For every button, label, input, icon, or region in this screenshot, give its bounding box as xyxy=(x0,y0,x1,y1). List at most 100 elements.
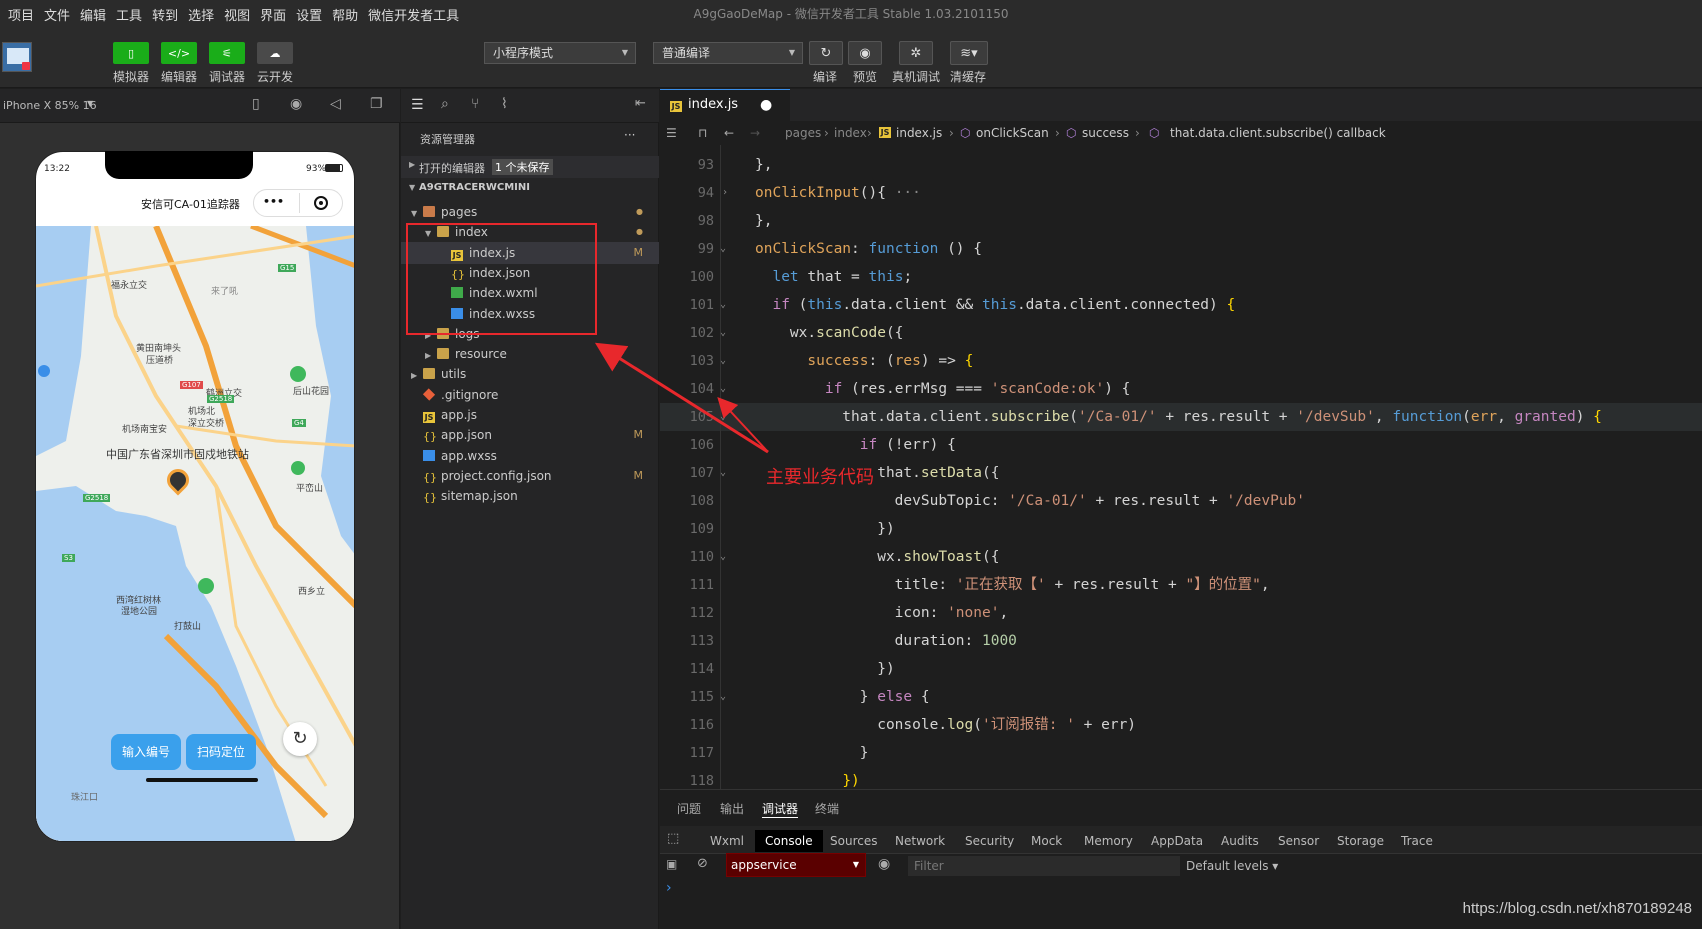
preview-button[interactable]: ◉ xyxy=(848,41,882,65)
mode-select[interactable]: 小程序模式 ▼ xyxy=(484,42,636,64)
menu-item[interactable]: 选择 xyxy=(188,5,214,24)
code-line[interactable]: 102 ⌄ wx.scanCode({ xyxy=(660,319,1702,347)
devtab-appdata[interactable]: AppData xyxy=(1151,830,1203,852)
breadcrumb-item[interactable]: that.data.client.subscribe() callback xyxy=(1170,121,1386,145)
open-editors-section[interactable]: ▶ 打开的编辑器 1 个未保存 xyxy=(401,156,659,178)
cloud-button[interactable]: ☁ xyxy=(257,42,293,64)
simulator-toggle-button[interactable]: ▯ xyxy=(113,42,149,64)
compile-button[interactable]: ↻ xyxy=(809,41,843,65)
project-section[interactable]: ▼ A9GTRACERWCMINI xyxy=(401,178,659,200)
phone-rotate-icon[interactable]: ▯ xyxy=(252,96,260,112)
devtab-network[interactable]: Network xyxy=(895,830,945,852)
avatar[interactable] xyxy=(2,42,32,72)
device-select[interactable]: iPhone X 85% 16 xyxy=(3,99,97,112)
devtab-trace[interactable]: Trace xyxy=(1401,830,1433,852)
breadcrumb-item[interactable]: success xyxy=(1082,121,1129,145)
code-line[interactable]: 117 } xyxy=(660,739,1702,767)
graph-icon[interactable]: ⌇ xyxy=(501,96,508,112)
filter-input[interactable]: Filter xyxy=(908,856,1180,876)
arrow-left-icon[interactable]: ← xyxy=(724,121,734,145)
code-line[interactable]: 105 ⌄ that.data.client.subscribe('/Ca-01/… xyxy=(660,403,1702,431)
chevron-down-icon[interactable]: ⌄ xyxy=(720,683,726,711)
code-line[interactable]: 104 ⌄ if (res.errMsg === 'scanCode:ok') { xyxy=(660,375,1702,403)
code-line[interactable]: 93}, xyxy=(660,151,1702,179)
devtab-mock[interactable]: Mock xyxy=(1031,830,1062,852)
inspect-icon[interactable]: ⬚ xyxy=(667,831,679,846)
code-line[interactable]: 108 devSubTopic: '/Ca-01/' + res.result … xyxy=(660,487,1702,515)
devtab-storage[interactable]: Storage xyxy=(1337,830,1384,852)
tab-problems[interactable]: 问题 xyxy=(677,800,701,817)
devtab-console[interactable]: Console xyxy=(755,830,823,852)
devtab-audits[interactable]: Audits xyxy=(1221,830,1259,852)
branch-icon[interactable]: ⑂ xyxy=(471,96,479,112)
context-select[interactable]: appservice ▼ xyxy=(726,853,866,877)
code-line[interactable]: 113 duration: 1000 xyxy=(660,627,1702,655)
code-line[interactable]: 114 }) xyxy=(660,655,1702,683)
bookmark-icon[interactable]: ⊓ xyxy=(698,121,707,145)
file-tree-item[interactable]: {} sitemap.json xyxy=(401,485,659,507)
devtab-sensor[interactable]: Sensor xyxy=(1278,830,1319,852)
tab-output[interactable]: 输出 xyxy=(720,800,744,817)
menu-item[interactable]: 帮助 xyxy=(332,5,358,24)
scan-locate-button[interactable]: 扫码定位 xyxy=(186,734,256,770)
eye-icon[interactable]: ◉ xyxy=(878,856,890,872)
code-line[interactable]: 106 if (!err) { xyxy=(660,431,1702,459)
relocate-button[interactable]: ↻ xyxy=(283,722,317,756)
menu-item[interactable]: 设置 xyxy=(296,5,322,24)
debugger-toggle-button[interactable]: ⚟ xyxy=(209,42,245,64)
clear-cache-button[interactable]: ≋▾ xyxy=(950,41,988,65)
record-icon[interactable]: ◉ xyxy=(290,96,302,112)
tab-debugger[interactable]: 调试器 xyxy=(762,800,799,818)
menu-item[interactable]: 界面 xyxy=(260,5,286,24)
tab-index-js[interactable]: JS index.js ● xyxy=(660,89,790,121)
code-line[interactable]: 101 ⌄ if (this.data.client && this.data.c… xyxy=(660,291,1702,319)
more-icon[interactable]: ••• xyxy=(263,195,284,208)
chevron-down-icon[interactable]: ⌄ xyxy=(720,291,726,319)
code-line[interactable]: 115 ⌄ } else { xyxy=(660,683,1702,711)
editor-toggle-button[interactable]: </> xyxy=(161,42,197,64)
menu-item[interactable]: 文件 xyxy=(44,5,70,24)
code-line[interactable]: 100 let that = this; xyxy=(660,263,1702,291)
chevron-right-icon[interactable]: › xyxy=(722,179,728,207)
chevron-down-icon[interactable]: ⌄ xyxy=(720,235,726,263)
capsule-menu[interactable]: ••• xyxy=(253,189,343,217)
breadcrumb-item[interactable]: index xyxy=(834,121,867,145)
code-line[interactable]: 103 ⌄ success: (res) => { xyxy=(660,347,1702,375)
collapse-panel-icon[interactable]: ⇤ xyxy=(635,96,646,111)
code-line[interactable]: 109 }) xyxy=(660,515,1702,543)
devtab-security[interactable]: Security xyxy=(965,830,1014,852)
outline-icon[interactable]: ☰ xyxy=(666,121,677,145)
compile-mode-select[interactable]: 普通编译 ▼ xyxy=(653,42,803,64)
code-line[interactable]: 111 title: '正在获取【' + res.result + "】的位置"… xyxy=(660,571,1702,599)
code-line[interactable]: 98}, xyxy=(660,207,1702,235)
popout-icon[interactable]: ❐ xyxy=(370,96,383,112)
code-line[interactable]: 94 › onClickInput(){ ··· xyxy=(660,179,1702,207)
tab-terminal[interactable]: 终端 xyxy=(815,800,839,817)
search-icon[interactable]: ⌕ xyxy=(441,96,449,112)
breadcrumb-item[interactable]: pages xyxy=(785,121,821,145)
devtab-sources[interactable]: Sources xyxy=(830,830,877,852)
menu-item[interactable]: 编辑 xyxy=(80,5,106,24)
list-icon[interactable]: ☰ xyxy=(411,97,424,113)
menu-item[interactable]: 工具 xyxy=(116,5,142,24)
code-line[interactable]: 112 icon: 'none', xyxy=(660,599,1702,627)
menu-item[interactable]: 转到 xyxy=(152,5,178,24)
chevron-down-icon[interactable]: ⌄ xyxy=(720,543,726,571)
map-view[interactable]: 福永立交 黄田南坤头 压道桥 机场南宝安 机场北 深立交桥 中国广东省深圳市固戍… xyxy=(36,226,354,841)
input-id-button[interactable]: 输入编号 xyxy=(111,734,181,770)
code-line[interactable]: 110 ⌄ wx.showToast({ xyxy=(660,543,1702,571)
log-levels-select[interactable]: Default levels ▾ xyxy=(1186,856,1278,876)
volume-icon[interactable]: ◁ xyxy=(330,96,341,112)
close-circle-icon[interactable] xyxy=(314,196,328,210)
console-prompt[interactable]: › xyxy=(666,880,672,896)
menu-item[interactable]: 微信开发者工具 xyxy=(368,5,459,24)
code-line[interactable]: 118 }) xyxy=(660,767,1702,789)
sidebar-toggle-icon[interactable]: ▣ xyxy=(666,857,677,871)
breadcrumb-item[interactable]: index.js xyxy=(896,121,942,145)
code-line[interactable]: 99 ⌄ onClickScan: function () { xyxy=(660,235,1702,263)
remote-debug-button[interactable]: ✲ xyxy=(899,41,933,65)
breadcrumb-item[interactable]: onClickScan xyxy=(976,121,1049,145)
menu-item[interactable]: 项目 xyxy=(8,5,34,24)
file-tree-item[interactable]: {} project.config.json M xyxy=(401,465,659,487)
arrow-right-icon[interactable]: → xyxy=(750,121,760,145)
